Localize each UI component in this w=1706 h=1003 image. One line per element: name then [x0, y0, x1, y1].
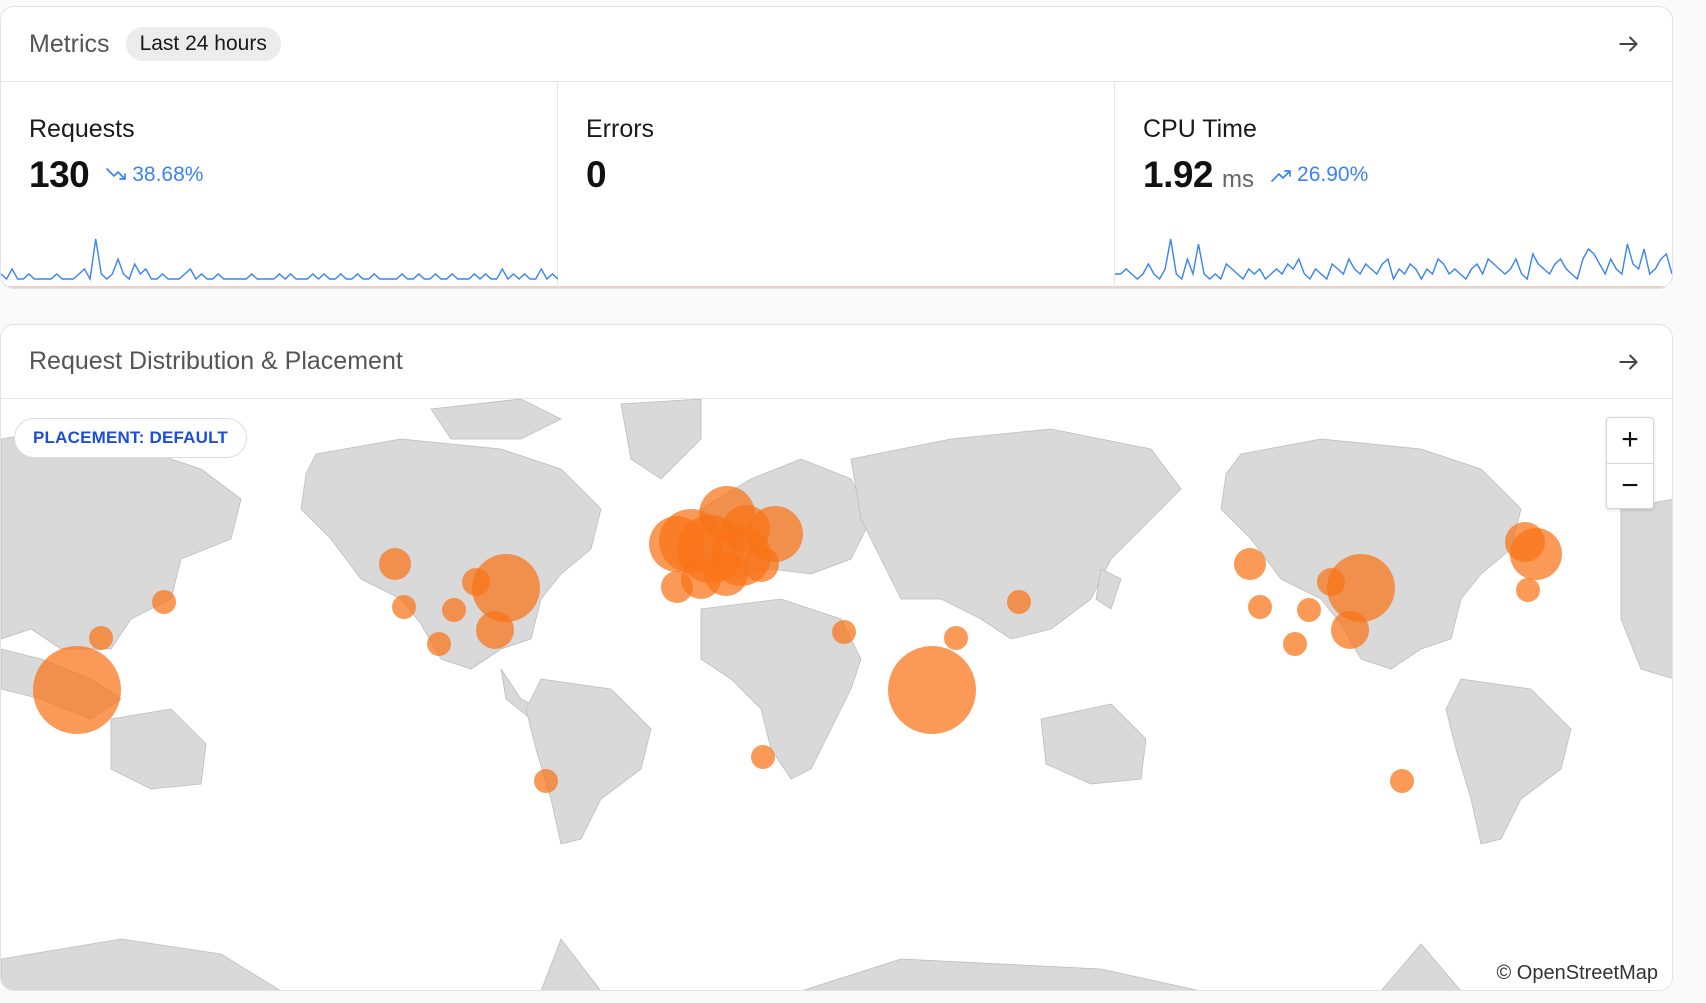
- zoom-out-button[interactable]: −: [1607, 463, 1653, 508]
- request-bubble[interactable]: [743, 546, 779, 582]
- arrow-right-icon[interactable]: [1616, 31, 1642, 57]
- sparkline-baseline: [1115, 286, 1672, 288]
- trend-indicator: 26.90%: [1269, 163, 1368, 187]
- request-bubble[interactable]: [1390, 769, 1414, 793]
- request-bubble[interactable]: [1297, 598, 1321, 622]
- trend-percent: 38.68%: [132, 163, 204, 186]
- metric-value: 130: [29, 154, 90, 195]
- request-bubble[interactable]: [379, 548, 411, 580]
- metrics-title: Metrics: [29, 29, 110, 58]
- map-header: Request Distribution & Placement: [1, 325, 1672, 399]
- request-bubble[interactable]: [392, 595, 416, 619]
- arrow-right-icon[interactable]: [1616, 349, 1642, 375]
- land-masses: [1, 399, 1672, 990]
- metric-cpu-time[interactable]: CPU Time 1.92 ms 26.90%: [1115, 82, 1672, 288]
- placement-badge[interactable]: PLACEMENT: DEFAULT: [14, 418, 247, 458]
- request-bubble[interactable]: [832, 620, 856, 644]
- metrics-row: Requests 130 38.68% Errors 0 CPU Time 1.…: [1, 82, 1672, 288]
- metric-unit: ms: [1222, 166, 1255, 193]
- request-bubble[interactable]: [1007, 590, 1031, 614]
- metric-value: 0: [586, 154, 607, 195]
- request-bubble[interactable]: [472, 554, 540, 622]
- trend-indicator: 38.68%: [104, 163, 203, 187]
- trending-down-icon: [106, 168, 127, 180]
- requests-sparkline: [1, 238, 558, 282]
- request-bubble[interactable]: [1283, 632, 1307, 656]
- metric-requests[interactable]: Requests 130 38.68%: [1, 82, 558, 288]
- sparkline-path: [1, 238, 558, 282]
- request-bubble[interactable]: [1234, 548, 1266, 580]
- metrics-card: Metrics Last 24 hours Requests 130 38.68…: [0, 6, 1673, 289]
- request-bubble[interactable]: [427, 632, 451, 656]
- request-bubble[interactable]: [704, 552, 748, 596]
- request-distribution-card: Request Distribution & Placement PLACEME…: [0, 324, 1673, 991]
- request-bubble[interactable]: [476, 611, 514, 649]
- request-bubble[interactable]: [1331, 611, 1369, 649]
- map-attribution[interactable]: © OpenStreetMap: [1492, 962, 1662, 985]
- zoom-control: + −: [1606, 417, 1654, 509]
- request-bubble[interactable]: [152, 590, 176, 614]
- zoom-in-button[interactable]: +: [1607, 418, 1653, 463]
- request-bubble[interactable]: [89, 626, 113, 650]
- metric-errors[interactable]: Errors 0: [558, 82, 1115, 288]
- metric-label: Errors: [586, 115, 655, 143]
- trend-percent: 26.90%: [1297, 163, 1369, 186]
- time-range-badge[interactable]: Last 24 hours: [125, 27, 281, 61]
- world-map[interactable]: PLACEMENT: DEFAULT + − © OpenStreetMap: [1, 399, 1673, 991]
- request-bubble[interactable]: [1510, 528, 1562, 580]
- sparkline-path: [1115, 238, 1672, 281]
- metric-label: CPU Time: [1143, 115, 1257, 143]
- request-bubble[interactable]: [1248, 595, 1272, 619]
- request-bubble[interactable]: [1327, 554, 1395, 622]
- trending-up-icon: [1271, 170, 1291, 182]
- world-map-canvas[interactable]: [1, 399, 1673, 991]
- request-bubble[interactable]: [944, 626, 968, 650]
- sparkline-baseline: [1, 286, 557, 288]
- metric-value: 1.92: [1143, 154, 1214, 195]
- cpu-time-sparkline: [1115, 238, 1672, 281]
- sparkline-baseline: [558, 286, 1114, 288]
- metric-label: Requests: [29, 115, 135, 143]
- request-bubble[interactable]: [442, 598, 466, 622]
- request-bubble[interactable]: [888, 646, 976, 734]
- request-bubble[interactable]: [33, 646, 121, 734]
- request-bubble[interactable]: [1516, 578, 1540, 602]
- request-bubble[interactable]: [751, 745, 775, 769]
- request-bubble[interactable]: [534, 769, 558, 793]
- map-title: Request Distribution & Placement: [29, 347, 403, 375]
- metrics-header: Metrics Last 24 hours: [1, 7, 1672, 82]
